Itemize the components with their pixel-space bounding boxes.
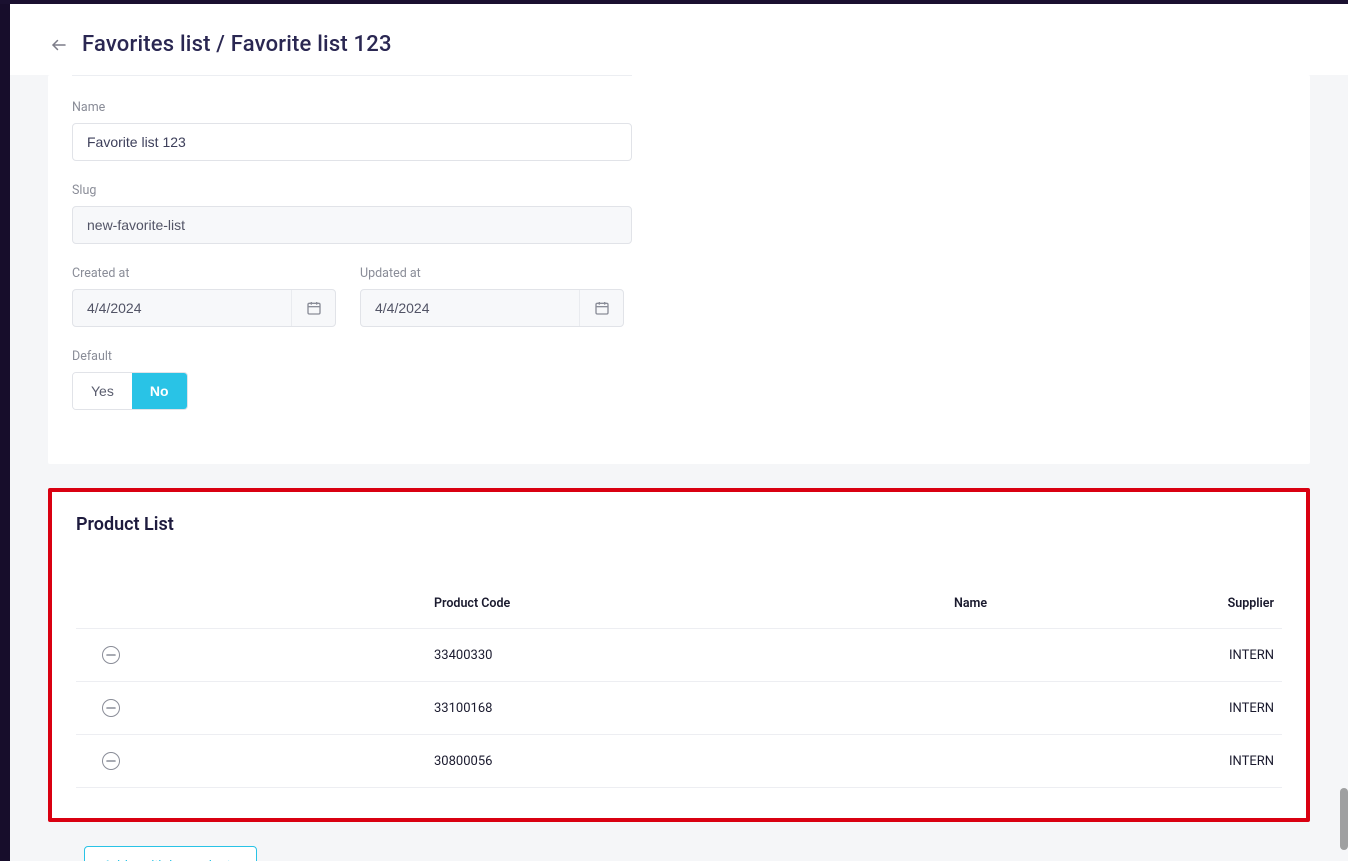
col-action-header (76, 579, 426, 629)
row-action-cell (76, 735, 426, 788)
row-action-cell (76, 682, 426, 735)
row-code: 33400330 (426, 629, 946, 682)
default-label: Default (72, 349, 632, 364)
default-no-button[interactable]: No (132, 373, 187, 409)
table-header-row: Product Code Name Supplier (76, 579, 1282, 629)
row-action-cell (76, 629, 426, 682)
slug-label: Slug (72, 183, 632, 198)
col-code-header: Product Code (426, 579, 946, 629)
row-supplier: INTERN (1172, 682, 1282, 735)
row-supplier: INTERN (1172, 735, 1282, 788)
name-label: Name (72, 100, 632, 115)
slug-field-group: Slug (72, 183, 632, 244)
table-row: 33400330 INTERN (76, 629, 1282, 682)
slug-input (72, 206, 632, 244)
name-input[interactable] (72, 123, 632, 161)
remove-row-icon[interactable] (102, 646, 120, 664)
scrollbar-thumb[interactable] (1340, 788, 1348, 850)
breadcrumb-current: Favorite list 123 (231, 32, 392, 57)
table-row: 30800056 INTERN (76, 735, 1282, 788)
product-list-card: Product List Product Code Name Supplier … (48, 488, 1310, 822)
default-toggle: Yes No (72, 372, 188, 410)
row-name (946, 629, 1172, 682)
left-nav-sliver (0, 4, 10, 861)
col-name-header: Name (946, 579, 1172, 629)
updated-label: Updated at (360, 266, 624, 281)
breadcrumb-root[interactable]: Favorites list (82, 32, 211, 57)
row-code: 33100168 (426, 682, 946, 735)
table-row: 33100168 INTERN (76, 682, 1282, 735)
main-area: Favorites list / Favorite list 123 Name … (10, 4, 1348, 861)
breadcrumb: Favorites list / Favorite list 123 (82, 32, 392, 57)
row-name (946, 682, 1172, 735)
remove-row-icon[interactable] (102, 699, 120, 717)
created-label: Created at (72, 266, 336, 281)
page-header: Favorites list / Favorite list 123 (10, 4, 1348, 75)
default-yes-button[interactable]: Yes (73, 373, 132, 409)
default-field-group: Default Yes No (72, 349, 632, 410)
card-divider (72, 75, 632, 76)
row-supplier: INTERN (1172, 629, 1282, 682)
details-card: Name Slug Created at (48, 75, 1310, 464)
calendar-icon[interactable] (579, 290, 623, 326)
name-field-group: Name (72, 100, 632, 161)
product-table: Product Code Name Supplier 33400330 INTER… (76, 579, 1282, 788)
product-list-title: Product List (76, 514, 1282, 535)
breadcrumb-sep: / (211, 32, 231, 57)
dates-row: Created at Updated at (72, 266, 632, 327)
remove-row-icon[interactable] (102, 752, 120, 770)
add-multiple-wrap: Add multiple products (48, 846, 1310, 861)
row-code: 30800056 (426, 735, 946, 788)
updated-field-group: Updated at (360, 266, 624, 327)
back-arrow-icon[interactable] (48, 34, 70, 56)
calendar-icon[interactable] (291, 290, 335, 326)
created-field-group: Created at (72, 266, 336, 327)
col-supplier-header: Supplier (1172, 579, 1282, 629)
add-multiple-products-button[interactable]: Add multiple products (84, 846, 257, 861)
row-name (946, 735, 1172, 788)
